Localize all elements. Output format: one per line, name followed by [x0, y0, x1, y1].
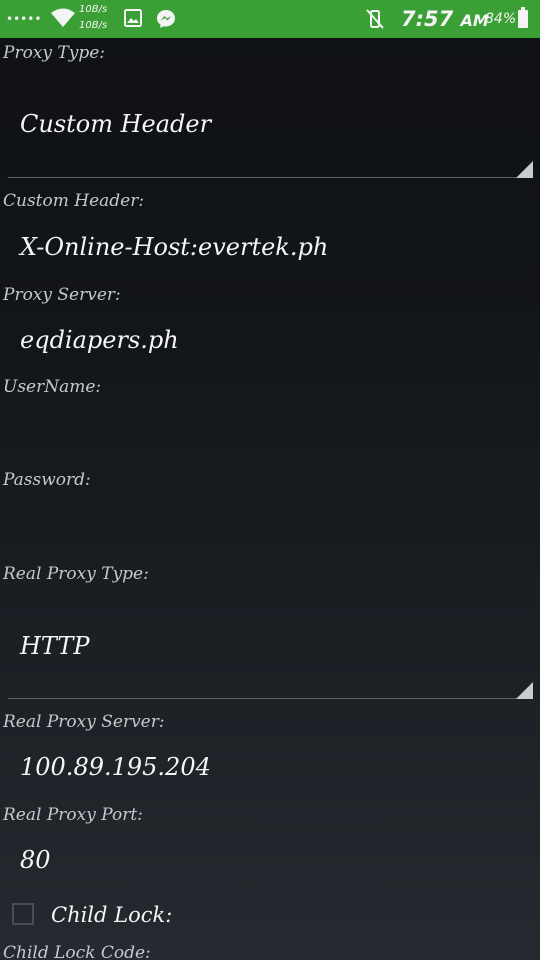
proxy-type-underline	[8, 177, 533, 178]
real-proxy-server-input[interactable]: 100.89.195.204	[0, 742, 540, 794]
proxy-type-label: Proxy Type:	[3, 43, 106, 63]
clock-time: 7:57	[401, 7, 454, 31]
proxy-server-label: Proxy Server:	[3, 285, 121, 305]
real-proxy-port-value: 80	[20, 846, 51, 874]
proxy-type-value: Custom Header	[20, 110, 212, 138]
wifi-icon	[51, 8, 75, 27]
gallery-icon	[124, 9, 142, 27]
download-speed: 10B/s	[79, 20, 108, 31]
child-lock-label[interactable]: Child Lock:	[51, 901, 172, 929]
custom-header-input[interactable]: X-Online-Host:evertek.ph	[0, 222, 540, 272]
clock: 7:57 AM	[401, 6, 489, 34]
real-proxy-server-value: 100.89.195.204	[20, 753, 211, 781]
upload-speed: 10B/s	[79, 4, 108, 15]
real-proxy-type-label: Real Proxy Type:	[3, 564, 149, 584]
custom-header-value: X-Online-Host:evertek.ph	[20, 233, 329, 261]
username-input[interactable]	[0, 406, 540, 462]
child-lock-checkbox[interactable]	[12, 903, 34, 925]
password-input[interactable]	[0, 499, 540, 555]
messenger-icon	[157, 10, 175, 28]
child-lock-code-label: Child Lock Code:	[3, 943, 151, 960]
real-proxy-type-spinner[interactable]: HTTP	[0, 612, 540, 698]
real-proxy-port-input[interactable]: 80	[0, 834, 540, 888]
real-proxy-port-label: Real Proxy Port:	[3, 805, 143, 825]
proxy-server-value: eqdiapers.ph	[20, 326, 179, 354]
password-label: Password:	[3, 470, 91, 490]
battery-icon	[518, 7, 528, 28]
status-bar: ••••• 10B/s 10B/s 7:57 AM 84%	[0, 0, 540, 38]
proxy-server-input[interactable]: eqdiapers.ph	[0, 314, 540, 366]
username-label: UserName:	[3, 377, 102, 397]
network-speed: 10B/s 10B/s	[79, 2, 107, 34]
vibrate-off-icon	[366, 9, 384, 29]
real-proxy-server-label: Real Proxy Server:	[3, 712, 165, 732]
proxy-type-spinner[interactable]: Custom Header	[0, 92, 540, 178]
battery-percent: 84%	[485, 11, 517, 27]
signal-strength-icon: •••••	[6, 12, 42, 26]
real-proxy-type-value: HTTP	[20, 632, 90, 660]
real-proxy-type-underline	[8, 698, 533, 699]
custom-header-label: Custom Header:	[3, 191, 145, 211]
dropdown-corner-icon[interactable]	[516, 682, 533, 699]
dropdown-corner-icon[interactable]	[516, 161, 533, 178]
